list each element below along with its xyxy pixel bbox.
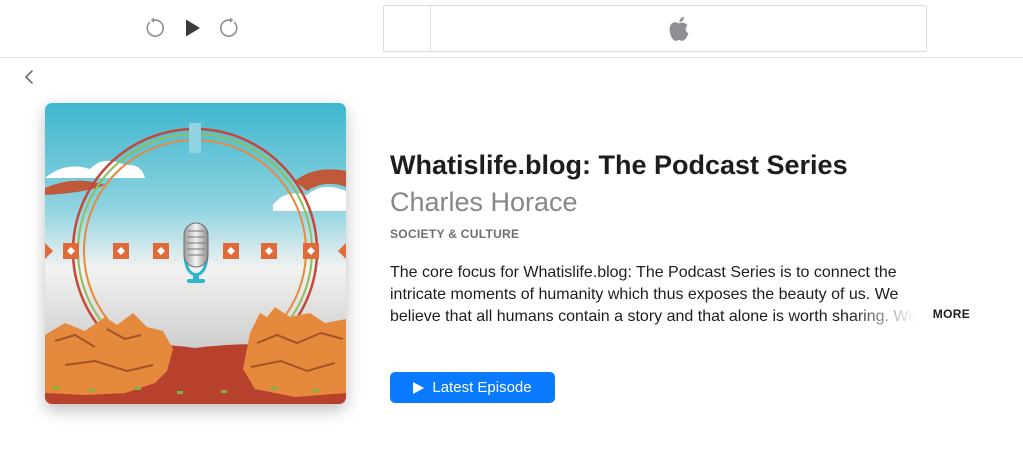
toolbar	[0, 0, 1023, 58]
now-playing-display[interactable]	[383, 5, 927, 52]
apple-logo-icon	[669, 16, 689, 41]
lcd-divider	[430, 6, 431, 51]
chevron-left-icon	[25, 70, 33, 84]
latest-episode-button[interactable]: Latest Episode	[390, 372, 555, 403]
skip-forward-button[interactable]	[216, 14, 244, 42]
skip-back-button[interactable]	[140, 14, 168, 42]
rewind-icon	[146, 17, 164, 37]
podcast-category[interactable]: SOCIETY & CULTURE	[390, 227, 519, 241]
more-link[interactable]: MORE	[933, 303, 970, 325]
play-icon	[413, 381, 425, 394]
play-icon	[186, 19, 200, 37]
forward-icon	[220, 17, 238, 37]
podcast-title: Whatislife.blog: The Podcast Series	[390, 150, 848, 180]
back-button[interactable]	[20, 67, 38, 87]
podcast-description-container: The core focus for Whatislife.blog: The …	[390, 262, 970, 328]
podcast-artwork	[45, 103, 346, 404]
play-button[interactable]	[178, 14, 206, 42]
podcast-author[interactable]: Charles Horace	[390, 187, 578, 218]
latest-episode-label: Latest Episode	[432, 379, 532, 396]
